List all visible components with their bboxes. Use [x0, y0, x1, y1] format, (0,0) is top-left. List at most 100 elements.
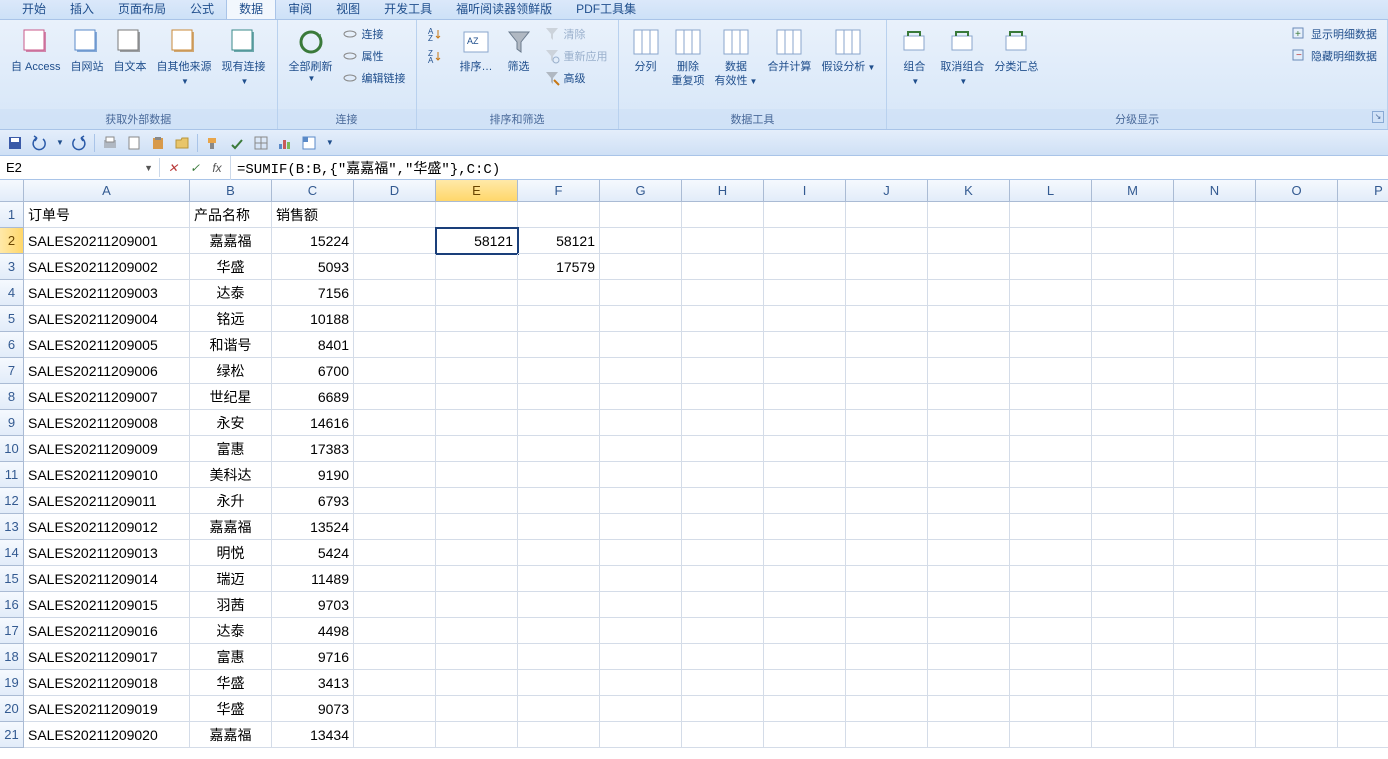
row-header[interactable]: 17: [0, 618, 24, 644]
outline-button[interactable]: 分类汇总: [989, 24, 1043, 91]
cell[interactable]: [600, 436, 682, 462]
cell[interactable]: [1256, 644, 1338, 670]
cell[interactable]: [928, 254, 1010, 280]
external-data-button[interactable]: 自 Access: [6, 24, 66, 76]
cell[interactable]: [1174, 280, 1256, 306]
cell[interactable]: SALES20211209012: [24, 514, 190, 540]
cell[interactable]: [764, 670, 846, 696]
cell[interactable]: [518, 722, 600, 748]
cell[interactable]: [354, 280, 436, 306]
cell[interactable]: 9716: [272, 644, 354, 670]
cell[interactable]: 14616: [272, 410, 354, 436]
cell[interactable]: [1010, 462, 1092, 488]
cell[interactable]: [1092, 202, 1174, 228]
cell[interactable]: [1010, 670, 1092, 696]
clear-filter-button[interactable]: 清除: [540, 24, 612, 44]
cell[interactable]: [1174, 592, 1256, 618]
filter-button[interactable]: 筛选: [498, 24, 540, 76]
cell[interactable]: [682, 722, 764, 748]
cell[interactable]: [1092, 488, 1174, 514]
cell[interactable]: [1338, 514, 1388, 540]
paste-icon[interactable]: [149, 134, 167, 152]
cell[interactable]: [518, 410, 600, 436]
data-tool-button[interactable]: 假设分析▼: [816, 24, 880, 77]
cell[interactable]: [846, 358, 928, 384]
cell[interactable]: [354, 202, 436, 228]
cell[interactable]: 嘉嘉福: [190, 514, 272, 540]
cell[interactable]: [518, 514, 600, 540]
cell[interactable]: SALES20211209003: [24, 280, 190, 306]
cell[interactable]: [436, 670, 518, 696]
cell[interactable]: [1092, 540, 1174, 566]
cell[interactable]: [682, 592, 764, 618]
cell[interactable]: [928, 670, 1010, 696]
cell[interactable]: [436, 410, 518, 436]
row-header[interactable]: 3: [0, 254, 24, 280]
cell[interactable]: [846, 254, 928, 280]
cell[interactable]: [846, 228, 928, 254]
cell[interactable]: [1338, 228, 1388, 254]
save-icon[interactable]: [6, 134, 24, 152]
cell[interactable]: [1256, 618, 1338, 644]
cell[interactable]: [1338, 618, 1388, 644]
chart-icon[interactable]: [276, 134, 294, 152]
cell[interactable]: [682, 566, 764, 592]
cell[interactable]: [518, 488, 600, 514]
cell[interactable]: [1256, 202, 1338, 228]
cell[interactable]: 8401: [272, 332, 354, 358]
sort-asc-button[interactable]: AZ: [423, 24, 451, 44]
cell[interactable]: [1010, 696, 1092, 722]
row-header[interactable]: 11: [0, 462, 24, 488]
cell[interactable]: [518, 670, 600, 696]
cell[interactable]: [1092, 228, 1174, 254]
cell[interactable]: [1010, 566, 1092, 592]
cell[interactable]: 绿松: [190, 358, 272, 384]
cell[interactable]: [1256, 228, 1338, 254]
cell[interactable]: [682, 618, 764, 644]
column-header[interactable]: A: [24, 180, 190, 202]
row-header[interactable]: 13: [0, 514, 24, 540]
tab-视图[interactable]: 视图: [324, 0, 372, 19]
cell[interactable]: [518, 618, 600, 644]
data-tool-button[interactable]: 合并计算: [762, 24, 816, 76]
cell[interactable]: [436, 696, 518, 722]
cell[interactable]: [1256, 410, 1338, 436]
tab-公式[interactable]: 公式: [178, 0, 226, 19]
column-header[interactable]: H: [682, 180, 764, 202]
cell[interactable]: 5424: [272, 540, 354, 566]
cell[interactable]: [1256, 462, 1338, 488]
cell[interactable]: [354, 358, 436, 384]
external-data-button[interactable]: 自其他来源▼: [152, 24, 217, 91]
cell[interactable]: [846, 384, 928, 410]
cell[interactable]: [436, 592, 518, 618]
cell[interactable]: [1338, 384, 1388, 410]
cell[interactable]: [354, 254, 436, 280]
cell[interactable]: [1174, 696, 1256, 722]
cell[interactable]: [1338, 254, 1388, 280]
cell[interactable]: [764, 722, 846, 748]
fx-icon[interactable]: fx: [208, 159, 226, 177]
cell[interactable]: [518, 540, 600, 566]
cell[interactable]: [764, 254, 846, 280]
cell[interactable]: [846, 722, 928, 748]
cell[interactable]: SALES20211209009: [24, 436, 190, 462]
cell[interactable]: [600, 618, 682, 644]
cell[interactable]: [764, 696, 846, 722]
cell[interactable]: [846, 644, 928, 670]
cell[interactable]: 富惠: [190, 436, 272, 462]
cell[interactable]: [354, 592, 436, 618]
cell[interactable]: [1092, 332, 1174, 358]
sort-desc-button[interactable]: ZA: [423, 46, 451, 66]
tab-页面布局[interactable]: 页面布局: [106, 0, 178, 19]
cell[interactable]: [928, 384, 1010, 410]
column-header[interactable]: P: [1338, 180, 1388, 202]
cell[interactable]: 15224: [272, 228, 354, 254]
column-header[interactable]: J: [846, 180, 928, 202]
cell[interactable]: [846, 540, 928, 566]
cell[interactable]: [764, 488, 846, 514]
cell[interactable]: [354, 436, 436, 462]
cell[interactable]: [436, 514, 518, 540]
column-header[interactable]: G: [600, 180, 682, 202]
tab-开始[interactable]: 开始: [10, 0, 58, 19]
cell[interactable]: [600, 644, 682, 670]
